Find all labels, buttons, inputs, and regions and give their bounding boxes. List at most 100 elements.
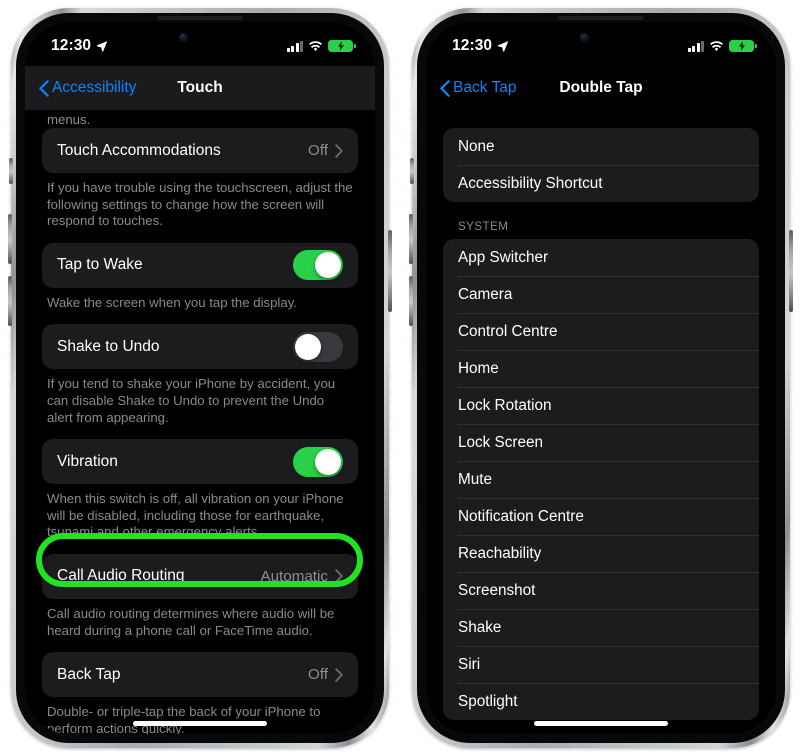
battery-charging-icon: [729, 39, 757, 53]
row-label: Touch Accommodations: [57, 141, 221, 159]
volume-up-button-right[interactable]: [409, 214, 413, 264]
front-camera-icon: [178, 32, 188, 42]
row-touch-accommodations[interactable]: Touch Accommodations Off: [42, 128, 358, 173]
device-bezel-right: 12:30 Back Tap Double Tap None Accessibi…: [417, 13, 785, 743]
list-item-accessibility-shortcut[interactable]: Accessibility Shortcut: [443, 165, 759, 202]
list-item-home[interactable]: Home: [443, 350, 759, 387]
status-bar-right-cluster: [286, 39, 356, 53]
row-value: Automatic: [260, 567, 328, 585]
row-call-audio-routing[interactable]: Call Audio Routing Automatic: [42, 554, 358, 599]
row-label: Tap to Wake: [57, 256, 143, 274]
home-indicator-right[interactable]: [534, 721, 668, 726]
toggle-vibration[interactable]: [293, 446, 343, 477]
footnote-vibration: When this switch is off, all vibration o…: [47, 491, 344, 540]
earpiece-speaker-grille-right: [558, 16, 644, 20]
chevron-right-icon: [335, 143, 343, 158]
back-button-label: Accessibility: [52, 79, 137, 96]
card-back-tap: Back Tap Off: [42, 652, 358, 698]
toggle-knob: [315, 252, 341, 279]
location-arrow-icon: [97, 41, 108, 52]
row-back-tap[interactable]: Back Tap Off: [42, 652, 358, 697]
status-bar-right-cluster: [687, 39, 757, 53]
status-bar-left-cluster: 12:30: [51, 37, 108, 55]
section-header-system: SYSTEM: [458, 220, 509, 233]
phone-screen-right: 12:30 Back Tap Double Tap None Accessibi…: [426, 22, 776, 734]
wifi-icon: [710, 40, 723, 51]
row-value: Off: [308, 666, 328, 684]
row-label: Vibration: [57, 452, 118, 470]
side-power-button[interactable]: [388, 230, 392, 312]
device-bezel-left: 12:30 Accessibility Touch menus. Touch A…: [16, 13, 384, 743]
footnote-call-audio-routing: Call audio routing determines where audi…: [47, 605, 335, 638]
chevron-left-icon: [440, 79, 450, 97]
list-item-lock-rotation[interactable]: Lock Rotation: [443, 387, 759, 424]
volume-down-button[interactable]: [8, 276, 12, 326]
footnote-tap-to-wake: Wake the screen when you tap the display…: [47, 294, 297, 310]
home-indicator-left[interactable]: [133, 721, 267, 726]
battery-charging-icon: [328, 39, 356, 53]
row-accessory: Automatic: [260, 568, 343, 585]
back-button-label: Back Tap: [453, 79, 517, 96]
chevron-left-icon: [39, 79, 49, 97]
list-item-reachability[interactable]: Reachability: [443, 535, 759, 572]
volume-up-button[interactable]: [8, 214, 12, 264]
toggle-shake-to-undo[interactable]: [293, 331, 343, 362]
list-item-spotlight[interactable]: Spotlight: [443, 683, 759, 720]
toggle-tap-to-wake[interactable]: [293, 250, 343, 281]
toggle-knob: [295, 333, 321, 360]
card-vibration: Vibration: [42, 439, 358, 485]
list-item-app-switcher[interactable]: App Switcher: [443, 239, 759, 276]
chevron-right-icon: [335, 569, 343, 584]
display-notch-left: [126, 22, 274, 52]
list-item-lock-screen[interactable]: Lock Screen: [443, 424, 759, 461]
list-item-camera[interactable]: Camera: [443, 276, 759, 313]
navigation-bar-right: Back Tap Double Tap: [426, 66, 776, 110]
iphone-device-right: 12:30 Back Tap Double Tap None Accessibi…: [409, 8, 793, 748]
action-list-scroll-view[interactable]: None Accessibility Shortcut SYSTEM App S…: [426, 110, 776, 734]
toggle-knob: [315, 448, 341, 475]
list-item-control-centre[interactable]: Control Centre: [443, 313, 759, 350]
iphone-device-left: 12:30 Accessibility Touch menus. Touch A…: [8, 8, 392, 748]
mute-switch-button[interactable]: [9, 158, 13, 184]
wifi-icon: [309, 40, 322, 51]
cellular-signal-icon: [687, 40, 704, 52]
row-label: Call Audio Routing: [57, 567, 185, 585]
list-item-screenshot[interactable]: Screenshot: [443, 572, 759, 609]
list-item-shake[interactable]: Shake: [443, 609, 759, 646]
location-arrow-icon: [498, 41, 509, 52]
footnote-touch-accommodations: If you have trouble using the touchscree…: [47, 180, 353, 229]
side-power-button-right[interactable]: [789, 230, 793, 312]
mute-switch-button-right[interactable]: [410, 158, 414, 184]
status-bar-left-cluster: 12:30: [452, 37, 509, 55]
row-shake-to-undo[interactable]: Shake to Undo: [42, 324, 358, 369]
card-touch-accommodations: Touch Accommodations Off: [42, 128, 358, 173]
list-item-siri[interactable]: Siri: [443, 646, 759, 683]
card-call-audio-routing: Call Audio Routing Automatic: [42, 553, 358, 599]
screenshot-stage: 12:30 Accessibility Touch menus. Touch A…: [0, 0, 800, 755]
back-button-back-tap[interactable]: Back Tap: [440, 79, 516, 97]
list-item-none[interactable]: None: [443, 128, 759, 165]
front-camera-icon: [579, 32, 589, 42]
list-item-notification-centre[interactable]: Notification Centre: [443, 498, 759, 535]
card-system-actions: App Switcher Camera Control Centre Home …: [443, 239, 759, 720]
back-button-accessibility[interactable]: Accessibility: [39, 79, 136, 97]
footnote-back-tap: Double- or triple-tap the back of your i…: [47, 704, 321, 734]
partial-footnote-text: menus.: [47, 112, 91, 127]
list-item-mute[interactable]: Mute: [443, 461, 759, 498]
status-time: 12:30: [51, 37, 92, 54]
top-spacer: [426, 110, 776, 128]
row-label: Shake to Undo: [57, 337, 160, 355]
volume-down-button-right[interactable]: [409, 276, 413, 326]
row-tap-to-wake[interactable]: Tap to Wake: [42, 243, 358, 288]
chevron-right-icon: [335, 667, 343, 682]
status-time: 12:30: [452, 37, 493, 54]
cellular-signal-icon: [286, 40, 303, 52]
settings-scroll-view-left[interactable]: menus. Touch Accommodations Off If you h…: [25, 110, 375, 734]
display-notch-right: [527, 22, 675, 52]
card-tap-to-wake: Tap to Wake: [42, 242, 358, 288]
row-vibration[interactable]: Vibration: [42, 439, 358, 484]
footnote-shake-to-undo: If you tend to shake your iPhone by acci…: [47, 376, 336, 425]
card-shake-to-undo: Shake to Undo: [42, 324, 358, 370]
row-value: Off: [308, 142, 328, 159]
row-accessory: Off: [308, 666, 343, 683]
